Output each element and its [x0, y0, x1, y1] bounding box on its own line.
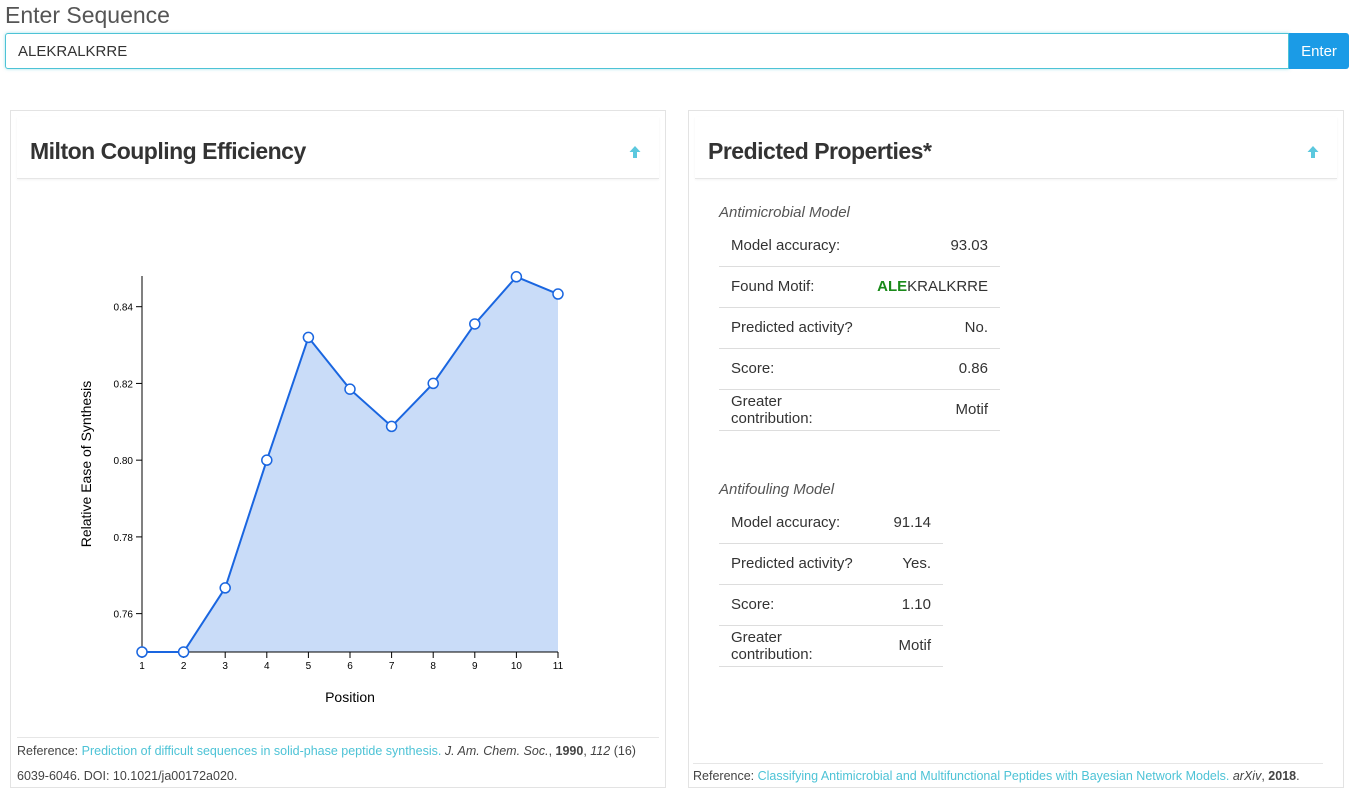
y-tick-label: 0.80 [114, 456, 134, 467]
area-fill [142, 276, 558, 652]
antifouling-model-title: Antifouling Model [719, 481, 835, 498]
x-tick-label: 3 [222, 661, 228, 672]
y-axis-label: Relative Ease of Synthesis [78, 381, 94, 548]
motif-highlight: ALE [877, 278, 908, 295]
reference-issue: (16) [613, 744, 636, 758]
x-tick-label: 9 [472, 661, 478, 672]
table-row: Score: 0.86 [719, 348, 1000, 390]
row-label: Greater contribution: [719, 625, 879, 667]
reference-prefix: Reference: [17, 744, 82, 758]
row-label: Score: [719, 348, 866, 390]
y-tick-label: 0.84 [114, 303, 134, 314]
data-point [510, 271, 523, 283]
antimicrobial-table: Model accuracy: 93.03 Found Motif: ALEKR… [719, 225, 1000, 431]
row-value: Yes. [879, 543, 943, 585]
row-value: 0.86 [865, 348, 1000, 390]
row-value: No. [865, 307, 1000, 349]
row-label: Score: [719, 584, 879, 626]
reference-link[interactable]: Classifying Antimicrobial and Multifunct… [758, 769, 1230, 783]
antimicrobial-model-title: Antimicrobial Model [719, 204, 850, 221]
table-row: Predicted activity? Yes. [719, 543, 943, 585]
sequence-input[interactable] [5, 33, 1289, 69]
panel-title: Predicted Properties* [708, 138, 932, 164]
data-point [261, 454, 273, 466]
data-point [385, 420, 398, 433]
coupling-chart: 0.76 0.78 0.80 0.82 0.84 1 2 3 4 5 6 7 8 9 10 11 Positio… [78, 271, 564, 705]
reference-pages: 6039-6046. DOI: 10.1021/ja00172a020. [17, 769, 238, 783]
table-row: Model accuracy: 91.14 [719, 502, 943, 544]
x-tick-label: 8 [430, 661, 436, 672]
row-value: 93.03 [865, 225, 1000, 267]
row-value: 91.14 [879, 502, 943, 544]
x-axis-label: Position [325, 689, 375, 705]
row-label: Model accuracy: [719, 225, 866, 267]
y-tick-label: 0.82 [114, 379, 134, 390]
table-row: Greater contribution: Motif [719, 389, 1000, 431]
reference-footer: Reference: Prediction of difficult seque… [17, 737, 659, 787]
table-row: Found Motif: ALEKRALKRRE [719, 266, 1000, 308]
y-tick-label: 0.78 [114, 533, 134, 544]
row-label: Model accuracy: [719, 502, 879, 544]
data-point [427, 377, 439, 390]
data-point [552, 288, 564, 300]
sequence-title: Enter Sequence [5, 2, 170, 28]
enter-button[interactable]: Enter [1289, 33, 1349, 69]
row-value: Motif [879, 625, 943, 667]
row-label: Predicted activity? [719, 543, 879, 585]
reference-year: 1990 [555, 744, 584, 758]
reference-volume: 112 [590, 744, 611, 758]
data-point [177, 646, 190, 658]
antifouling-table: Model accuracy: 91.14 Predicted activity… [719, 502, 943, 667]
row-label: Found Motif: [719, 266, 866, 308]
data-point [136, 646, 148, 658]
reference-journal: J. Am. Chem. Soc. [444, 744, 549, 758]
row-label: Greater contribution: [719, 389, 866, 431]
reference-year: 2018 [1268, 769, 1297, 783]
data-point [302, 331, 315, 344]
y-tick-label: 0.76 [114, 610, 134, 621]
predicted-properties-panel: Predicted Properties* Antimicrobial Mode… [688, 110, 1344, 788]
x-tick-label: 10 [511, 661, 523, 672]
table-row: Model accuracy: 93.03 [719, 225, 1000, 267]
reference-journal: arXiv [1232, 769, 1262, 783]
found-motif-value: ALEKRALKRRE [865, 266, 1000, 308]
row-value: Motif [865, 389, 1000, 431]
motif-rest: KRALKRRE [907, 278, 988, 295]
x-tick-label: 1 [139, 661, 145, 672]
coupling-efficiency-panel: Milton Coupling Efficiency 0.76 0.78 0.80 0… [10, 110, 666, 788]
reference-link[interactable]: Prediction of difficult sequences in sol… [82, 744, 442, 758]
row-value: 1.10 [879, 584, 943, 626]
x-tick-label: 5 [306, 661, 312, 672]
table-row: Predicted activity? No. [719, 307, 1000, 349]
data-point [469, 318, 481, 330]
arrow-up-icon[interactable] [1305, 144, 1321, 160]
table-row: Greater contribution: Motif [719, 625, 943, 667]
table-row: Score: 1.10 [719, 584, 943, 626]
x-tick-label: 6 [347, 661, 353, 672]
panel-header: Predicted Properties* [695, 117, 1337, 179]
x-tick-label: 2 [181, 661, 187, 672]
data-point [344, 383, 356, 395]
reference-prefix: Reference: [693, 769, 758, 783]
data-point [219, 582, 231, 594]
x-tick-label: 4 [264, 661, 270, 672]
row-label: Predicted activity? [719, 307, 866, 349]
reference-footer: Reference: Classifying Antimicrobial and… [693, 763, 1323, 787]
x-tick-label: 11 [553, 661, 564, 672]
x-tick-label: 7 [389, 661, 395, 672]
